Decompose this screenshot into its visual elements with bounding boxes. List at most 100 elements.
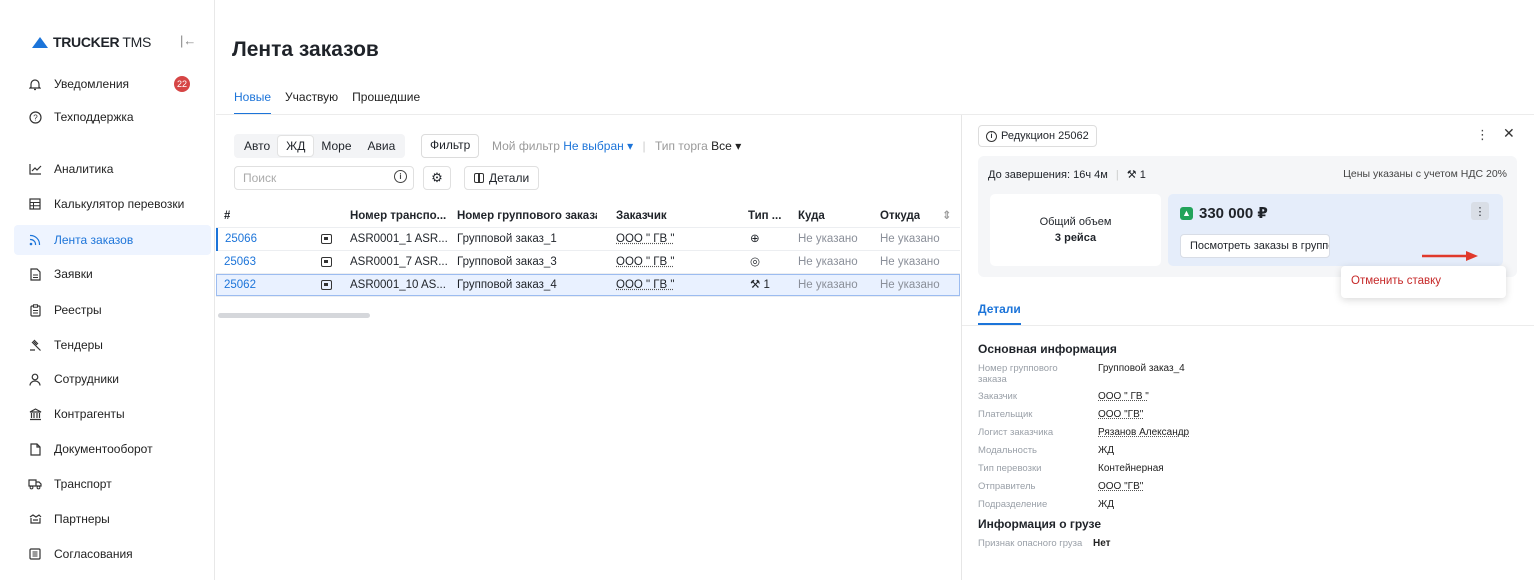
- auction-summary: До завершения: 16ч 4м | ⚒ 1 Цены указаны…: [978, 156, 1517, 277]
- card-icon[interactable]: [321, 274, 332, 297]
- sidebar-item-label: Сотрудники: [54, 372, 119, 386]
- mode-air[interactable]: Авиа: [360, 136, 404, 156]
- notifications-badge: 22: [174, 76, 190, 92]
- cancel-bid-menu-item[interactable]: Отменить ставку: [1351, 275, 1441, 287]
- clipboard-icon: [28, 303, 42, 317]
- details-toggle-button[interactable]: Детали: [464, 166, 539, 190]
- handshake-icon: [28, 512, 42, 526]
- column-header[interactable]: Откуда: [880, 205, 920, 228]
- panel-icon: [474, 173, 484, 183]
- document-icon: [28, 267, 42, 281]
- sidebar-item-document-flow[interactable]: Документооборот: [14, 434, 211, 464]
- sidebar-item-label: Реестры: [54, 303, 102, 317]
- trade-type-filter[interactable]: Тип торга Все ▾: [655, 139, 741, 153]
- view-group-orders-button[interactable]: Посмотреть заказы в групповом: [1180, 234, 1330, 258]
- sidebar-item-order-feed[interactable]: Лента заказов: [14, 225, 211, 255]
- card-icon[interactable]: [321, 228, 332, 251]
- sidebar-item-counterparties[interactable]: Контрагенты: [14, 399, 211, 429]
- tab-new[interactable]: Новые: [234, 90, 271, 115]
- filter-bar: Мой фильтр Не выбран ▾ | Тип торга Все ▾: [492, 139, 741, 153]
- column-header[interactable]: Номер группового заказа: [457, 205, 597, 228]
- sidebar-item-employees[interactable]: Сотрудники: [14, 364, 211, 394]
- field-value: Контейнерная: [1098, 463, 1164, 474]
- list-icon: [28, 547, 42, 561]
- sidebar-item-approvals[interactable]: Согласования: [14, 539, 211, 569]
- field-value-link[interactable]: Рязанов Александр: [1098, 427, 1189, 438]
- section-title: Основная информация: [978, 342, 1117, 356]
- column-header[interactable]: Тип ...: [748, 205, 781, 228]
- field-value-link[interactable]: ООО "ГВ": [1098, 409, 1143, 420]
- sidebar-item-partners[interactable]: Партнеры: [14, 504, 211, 534]
- tab-past[interactable]: Прошедшие: [352, 90, 420, 115]
- collapse-sidebar-icon[interactable]: |←: [180, 33, 196, 48]
- order-details-panel: i Редукцион 25062 ⋮ ✕ До завершения: 16ч…: [961, 115, 1534, 580]
- sidebar-item-requests[interactable]: Заявки: [14, 259, 211, 289]
- order-id-link[interactable]: 25063: [216, 251, 276, 274]
- bell-icon: [28, 77, 42, 91]
- field-label: Отправитель: [978, 481, 1058, 492]
- chart-icon: [28, 162, 42, 176]
- mode-sea[interactable]: Море: [313, 136, 359, 156]
- trade-type-icon: ⊕: [750, 228, 760, 251]
- auction-timer: До завершения: 16ч 4м | ⚒ 1: [988, 168, 1146, 181]
- bids-count: 1: [1140, 169, 1146, 181]
- gear-icon: ⚙: [431, 170, 443, 186]
- my-filter-select[interactable]: Не выбран ▾: [563, 139, 633, 153]
- tab-participating[interactable]: Участвую: [285, 90, 338, 115]
- table-row[interactable]: 25066 ASR0001_1 ASR... Групповой заказ_1…: [216, 228, 960, 251]
- bank-icon: [28, 407, 42, 421]
- customer-link[interactable]: ООО " ГВ ": [616, 274, 674, 297]
- sidebar-item-analytics[interactable]: Аналитика: [14, 154, 211, 184]
- vat-note: Цены указаны с учетом НДС 20%: [1343, 168, 1507, 180]
- customer-link[interactable]: ООО " ГВ ": [616, 228, 674, 251]
- close-icon[interactable]: ✕: [1503, 125, 1515, 142]
- destination: Не указано: [798, 251, 858, 274]
- column-header[interactable]: Номер транспо...: [350, 205, 458, 228]
- tab-details[interactable]: Детали: [978, 302, 1021, 325]
- origin: Не указано: [880, 228, 940, 251]
- gavel-icon: ⚒: [1127, 169, 1137, 181]
- sidebar-item-transport[interactable]: Транспорт: [14, 469, 211, 499]
- details-divider: [962, 325, 1534, 326]
- column-header[interactable]: Куда: [798, 205, 825, 228]
- trade-type-icon: ⚒ 1: [750, 274, 770, 297]
- field-label: Заказчик: [978, 391, 1058, 402]
- svg-text:?: ?: [33, 113, 38, 122]
- info-icon[interactable]: i: [394, 170, 407, 183]
- mode-rail[interactable]: ЖД: [278, 136, 313, 156]
- sidebar-item-registries[interactable]: Реестры: [14, 295, 211, 325]
- sidebar-item-calculator[interactable]: Калькулятор перевозки: [14, 189, 211, 219]
- sidebar-item-support[interactable]: ? Техподдержка: [14, 102, 211, 132]
- table-settings-button[interactable]: ⚙: [423, 166, 451, 190]
- my-filter-label: Мой фильтр: [492, 139, 560, 153]
- customer-link[interactable]: ООО " ГВ ": [616, 251, 674, 274]
- more-options-icon[interactable]: ⋮: [1476, 127, 1489, 143]
- bid-price: ▲ 330 000 ₽: [1180, 204, 1268, 222]
- logo-suffix: TMS: [122, 34, 151, 50]
- field-value: ЖД: [1098, 445, 1114, 456]
- sidebar-item-label: Согласования: [54, 547, 133, 561]
- field-value-link[interactable]: ООО " ГВ ": [1098, 391, 1149, 402]
- order-id-link[interactable]: 25062: [216, 274, 276, 297]
- sidebar-item-tenders[interactable]: Тендеры: [14, 330, 211, 360]
- horizontal-scrollbar[interactable]: [218, 313, 370, 318]
- chevron-down-icon: ▾: [627, 139, 633, 153]
- calculator-icon: [28, 197, 42, 211]
- sidebar-item-label: Тендеры: [54, 338, 103, 352]
- truck-icon: [28, 477, 42, 491]
- mode-auto[interactable]: Авто: [236, 136, 278, 156]
- column-header[interactable]: #: [224, 205, 230, 228]
- card-icon[interactable]: [321, 251, 332, 274]
- column-header[interactable]: Заказчик: [616, 205, 667, 228]
- order-id-link[interactable]: 25066: [216, 228, 276, 251]
- sort-icon[interactable]: ⇕: [942, 205, 952, 228]
- table-row[interactable]: 25063 ASR0001_7 ASR... Групповой заказ_3…: [216, 251, 960, 274]
- filter-button[interactable]: Фильтр: [421, 134, 479, 158]
- bid-menu-button[interactable]: ⋮: [1471, 202, 1489, 220]
- logo[interactable]: TRUCKER TMS: [32, 34, 151, 50]
- app-root: TRUCKER TMS |← Уведомления 22 ? Техподде…: [0, 0, 1534, 580]
- table-row-selected[interactable]: 25062 ASR0001_10 AS... Групповой заказ_4…: [216, 274, 960, 297]
- field-value-link[interactable]: ООО "ГВ": [1098, 481, 1143, 492]
- search-input[interactable]: Поиск i: [234, 166, 414, 190]
- feed-icon: [28, 233, 42, 247]
